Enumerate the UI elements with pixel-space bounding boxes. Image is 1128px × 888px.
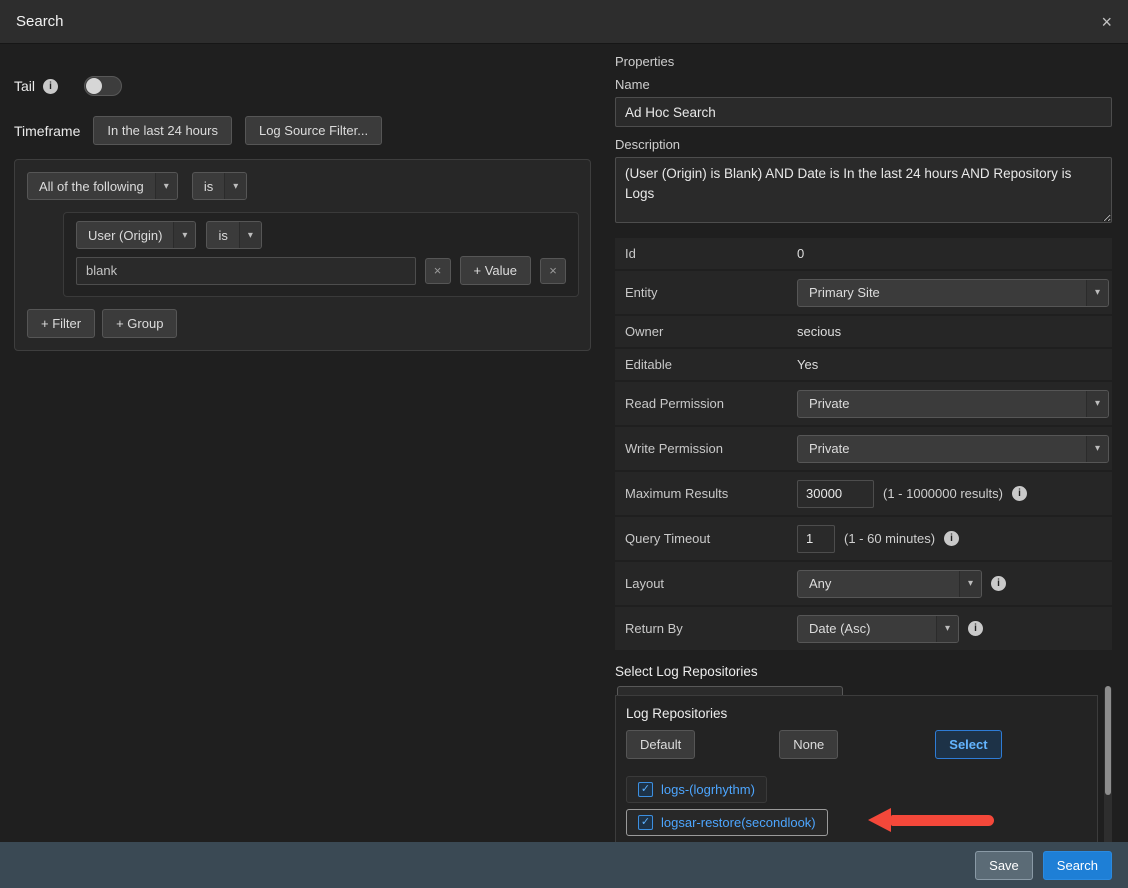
description-textarea[interactable]: (User (Origin) is Blank) AND Date is In … (615, 157, 1112, 223)
layout-select[interactable]: Any ▾ (797, 570, 982, 598)
timeframe-label: Timeframe (14, 123, 80, 139)
chevron-down-icon: ▾ (173, 222, 195, 248)
query-timeout-input[interactable] (797, 525, 835, 553)
id-value: 0 (797, 246, 804, 261)
entity-select[interactable]: Primary Site ▾ (797, 279, 1109, 307)
properties-panel: Properties Name Description (User (Origi… (606, 44, 1128, 842)
name-input[interactable] (615, 97, 1112, 127)
property-row-maximum-results: Maximum Results (1 - 1000000 results) i (615, 472, 1112, 515)
add-group-button[interactable]: + Group (102, 309, 177, 338)
maximum-results-hint: (1 - 1000000 results) (883, 486, 1003, 501)
timeframe-row: Timeframe In the last 24 hours Log Sourc… (14, 116, 590, 145)
checkbox-checked-icon[interactable]: ✓ (638, 815, 653, 830)
add-value-button[interactable]: + Value (460, 256, 532, 285)
tail-toggle[interactable] (84, 76, 122, 96)
timeframe-button[interactable]: In the last 24 hours (93, 116, 232, 145)
property-row-return-by: Return By Date (Asc) ▾ i (615, 607, 1112, 650)
scrollbar-thumb[interactable] (1105, 686, 1111, 795)
info-icon: i (991, 576, 1006, 591)
chevron-down-icon: ▾ (224, 173, 246, 199)
toggle-knob (86, 78, 102, 94)
chevron-down-icon: ▾ (239, 222, 261, 248)
property-row-read-permission: Read Permission Private ▾ (615, 382, 1112, 425)
scrollbar-track[interactable] (1104, 686, 1112, 842)
properties-heading: Properties (615, 54, 1112, 69)
search-criteria-panel: Tail i Timeframe In the last 24 hours Lo… (0, 44, 604, 842)
property-row-entity: Entity Primary Site ▾ (615, 271, 1112, 314)
maximum-results-input[interactable] (797, 480, 874, 508)
log-source-filter-button[interactable]: Log Source Filter... (245, 116, 382, 145)
select-log-repositories-label: Select Log Repositories (615, 664, 1112, 679)
property-row-owner: Owner secious (615, 316, 1112, 347)
return-by-select[interactable]: Date (Asc) ▾ (797, 615, 959, 643)
property-row-query-timeout: Query Timeout (1 - 60 minutes) i (615, 517, 1112, 560)
info-icon: i (1012, 486, 1027, 501)
property-rows: Id 0 Entity Primary Site ▾ Owner secious… (615, 238, 1112, 650)
dialog-footer: Save Search (0, 842, 1128, 888)
save-button[interactable]: Save (975, 851, 1033, 880)
write-permission-select[interactable]: Private ▾ (797, 435, 1109, 463)
chevron-down-icon: ▾ (1086, 280, 1108, 306)
query-timeout-hint: (1 - 60 minutes) (844, 531, 935, 546)
none-button[interactable]: None (779, 730, 838, 759)
filter-group-box: All of the following ▾ is ▾ User (Origin… (14, 159, 591, 351)
remove-filter-button[interactable]: × (540, 258, 566, 284)
group-operator-select[interactable]: All of the following ▾ (27, 172, 178, 200)
dialog-title: Search (16, 13, 64, 30)
read-permission-select[interactable]: Private ▾ (797, 390, 1109, 418)
remove-value-button[interactable]: × (425, 258, 451, 284)
chevron-down-icon: ▾ (155, 173, 177, 199)
repository-item-logs-logrhythm[interactable]: ✓ logs-(logrhythm) (626, 776, 767, 803)
field-condition-select[interactable]: is ▾ (206, 221, 261, 249)
log-repositories-title: Log Repositories (626, 706, 1087, 721)
chevron-down-icon: ▾ (936, 616, 958, 642)
add-filter-button[interactable]: + Filter (27, 309, 95, 338)
info-icon: i (968, 621, 983, 636)
tail-label: Tail (14, 78, 35, 94)
log-repositories-panel: Log Repositories Default None Select ✓ l… (615, 695, 1098, 842)
editable-value: Yes (797, 357, 818, 372)
owner-value: secious (797, 324, 841, 339)
repository-item-logsar-restore-secondlook[interactable]: ✓ logsar-restore(secondlook) (626, 809, 828, 836)
default-button[interactable]: Default (626, 730, 695, 759)
field-select[interactable]: User (Origin) ▾ (76, 221, 196, 249)
name-label: Name (615, 77, 1112, 92)
filter-value-input[interactable] (76, 257, 416, 285)
property-row-editable: Editable Yes (615, 349, 1112, 380)
property-row-write-permission: Write Permission Private ▾ (615, 427, 1112, 470)
search-button[interactable]: Search (1043, 851, 1112, 880)
chevron-down-icon: ▾ (1086, 391, 1108, 417)
info-icon: i (43, 79, 58, 94)
tail-row: Tail i (14, 76, 590, 96)
chevron-down-icon: ▾ (1086, 436, 1108, 462)
close-icon[interactable]: × (1101, 13, 1112, 31)
repository-label: logs-(logrhythm) (661, 782, 755, 797)
clipped-scrolled-control (617, 686, 843, 695)
select-button[interactable]: Select (935, 730, 1001, 759)
description-label: Description (615, 137, 1112, 152)
chevron-down-icon: ▾ (959, 571, 981, 597)
checkbox-checked-icon[interactable]: ✓ (638, 782, 653, 797)
property-row-id: Id 0 (615, 238, 1112, 269)
repository-label: logsar-restore(secondlook) (661, 815, 816, 830)
filter-condition-box: User (Origin) ▾ is ▾ × + Value × (63, 212, 579, 297)
info-icon: i (944, 531, 959, 546)
group-condition-select[interactable]: is ▾ (192, 172, 247, 200)
repositories-scroll-area: Log Repositories Default None Select ✓ l… (615, 686, 1112, 842)
property-row-layout: Layout Any ▾ i (615, 562, 1112, 605)
dialog-titlebar: Search × (0, 0, 1128, 44)
